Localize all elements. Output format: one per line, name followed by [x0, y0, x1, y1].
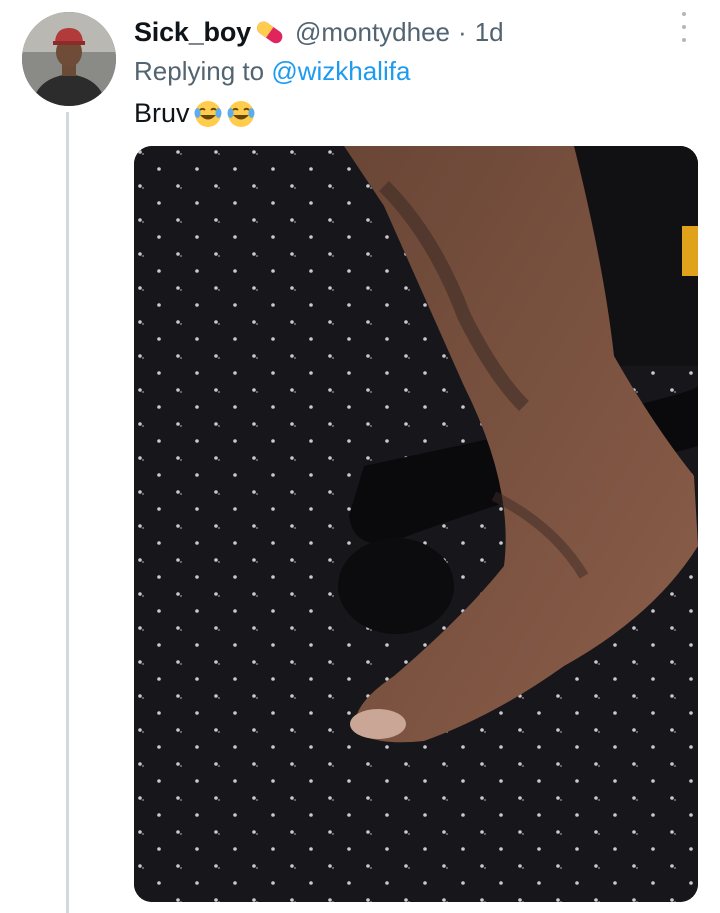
reply-mention-link[interactable]: @wizkhalifa: [271, 56, 410, 86]
tweet-header: Sick_boy @montydhee · 1d: [134, 14, 504, 50]
avatar-photo: [22, 12, 116, 106]
more-options-icon[interactable]: [672, 12, 696, 42]
reply-prefix: Replying to: [134, 56, 265, 86]
author-display-name[interactable]: Sick_boy: [134, 17, 251, 48]
photo-image: [134, 146, 698, 902]
tweet-body-text: Bruv: [134, 98, 190, 128]
face-with-tears-of-joy-emoji: [226, 99, 256, 129]
author-handle[interactable]: @montydhee: [295, 17, 450, 48]
face-with-tears-of-joy-emoji: [193, 99, 223, 129]
tweet-media-photo[interactable]: [134, 146, 698, 902]
reply-context: Replying to @wizkhalifa: [134, 56, 410, 87]
separator-dot: ·: [458, 16, 467, 47]
pill-icon: [253, 19, 287, 45]
author-avatar[interactable]: [22, 12, 116, 106]
tweet-timestamp[interactable]: 1d: [475, 17, 504, 48]
thread-connector-line: [66, 112, 69, 913]
tweet-text: Bruv: [134, 98, 256, 129]
